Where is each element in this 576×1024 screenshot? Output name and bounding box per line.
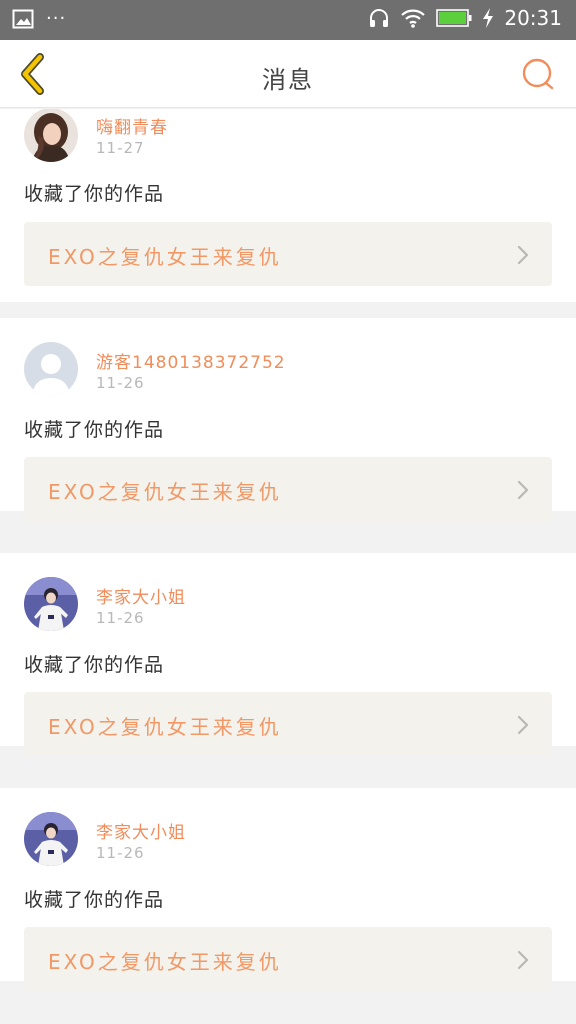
status-right: 20:31 (368, 6, 562, 30)
work-link[interactable]: EXO之复仇女王来复仇 (24, 457, 552, 521)
search-icon[interactable] (520, 56, 556, 92)
status-left: ··· (12, 8, 66, 29)
message-list[interactable]: 嗨翻青春 11-27 收藏了你的作品 EXO之复仇女王来复仇 游客1480138… (0, 109, 576, 1024)
username[interactable]: 李家大小姐 (96, 818, 186, 843)
work-title: EXO之复仇女王来复仇 (48, 245, 282, 269)
page-title: 消息 (262, 66, 314, 94)
work-link[interactable]: EXO之复仇女王来复仇 (24, 927, 552, 991)
message-card: 李家大小姐 11-26 收藏了你的作品 EXO之复仇女王来复仇 (0, 553, 576, 756)
battery-icon (436, 9, 472, 27)
message-action-text: 收藏了你的作品 (24, 889, 165, 911)
message-card: 游客1480138372752 11-26 收藏了你的作品 EXO之复仇女王来复… (0, 318, 576, 521)
work-title: EXO之复仇女王来复仇 (48, 715, 282, 739)
work-link[interactable]: EXO之复仇女王来复仇 (24, 692, 552, 756)
gallery-icon (12, 9, 34, 28)
user-avatar[interactable] (24, 109, 78, 162)
chevron-right-icon (517, 715, 529, 735)
work-title: EXO之复仇女王来复仇 (48, 950, 282, 974)
status-time: 20:31 (504, 6, 562, 30)
user-avatar[interactable] (24, 812, 78, 866)
message-date: 11-26 (96, 609, 145, 627)
user-avatar[interactable] (24, 577, 78, 631)
top-bar: 消息 (0, 40, 576, 108)
avatar-photo-stage (24, 577, 78, 631)
work-link[interactable]: EXO之复仇女王来复仇 (24, 222, 552, 286)
username[interactable]: 李家大小姐 (96, 583, 186, 608)
message-action-text: 收藏了你的作品 (24, 654, 165, 676)
wifi-icon (401, 9, 426, 28)
message-date: 11-27 (96, 139, 145, 157)
chevron-right-icon (517, 950, 529, 970)
message-date: 11-26 (96, 374, 145, 392)
username[interactable]: 嗨翻青春 (96, 113, 168, 138)
charging-icon (483, 8, 494, 28)
more-notifications-indicator: ··· (46, 8, 67, 29)
message-card: 嗨翻青春 11-27 收藏了你的作品 EXO之复仇女王来复仇 (0, 109, 576, 302)
message-action-text: 收藏了你的作品 (24, 183, 165, 205)
message-action-text: 收藏了你的作品 (24, 419, 165, 441)
status-bar: ··· 20:31 (0, 0, 576, 40)
avatar-photo-girl (24, 109, 78, 162)
username[interactable]: 游客1480138372752 (96, 348, 286, 373)
chevron-right-icon (517, 245, 529, 265)
message-date: 11-26 (96, 844, 145, 862)
work-title: EXO之复仇女王来复仇 (48, 480, 282, 504)
avatar-default-user (24, 342, 78, 396)
avatar-photo-stage (24, 812, 78, 866)
user-avatar[interactable] (24, 342, 78, 396)
headphones-icon (370, 9, 389, 27)
chevron-right-icon (517, 480, 529, 500)
message-card: 李家大小姐 11-26 收藏了你的作品 EXO之复仇女王来复仇 (0, 788, 576, 991)
